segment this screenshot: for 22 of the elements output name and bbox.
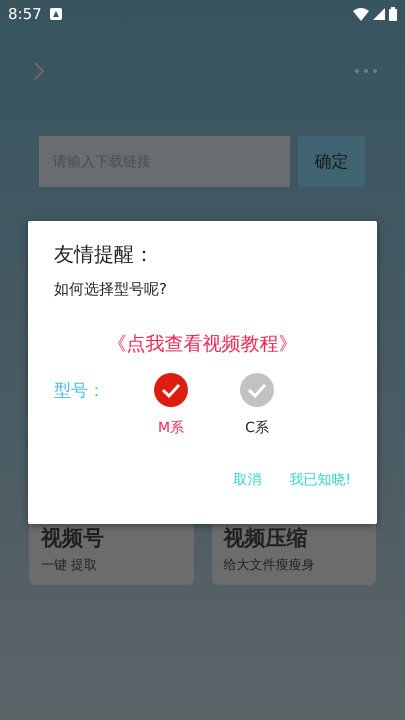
check-circle-icon[interactable]	[154, 373, 188, 407]
cancel-button[interactable]: 取消	[233, 467, 262, 493]
model-option-label[interactable]: M系	[158, 419, 184, 437]
status-time: 8:57	[8, 5, 42, 23]
dialog-title: 友情提醒：	[54, 241, 155, 268]
chevron-right-icon[interactable]	[34, 62, 44, 80]
acknowledge-button[interactable]: 我已知晓!	[289, 467, 351, 493]
wifi-icon	[353, 8, 369, 20]
battery-icon	[389, 7, 397, 21]
signal-icon	[373, 8, 385, 20]
card-title: 视频压缩	[224, 525, 308, 552]
dialog-question: 如何选择型号呢?	[54, 280, 168, 299]
model-option-label[interactable]: C系	[245, 419, 269, 437]
confirm-button[interactable]: 确定	[298, 136, 365, 187]
more-icon[interactable]	[355, 69, 377, 73]
video-tutorial-link[interactable]: 《点我查看视频教程》	[54, 331, 351, 357]
card-subtitle: 给大文件瘦瘦身	[224, 557, 316, 574]
model-label: 型号：	[54, 380, 106, 402]
card-subtitle: 一键 提取	[41, 557, 98, 574]
check-circle-icon[interactable]	[240, 373, 274, 407]
notification-icon	[50, 8, 62, 20]
card-title: 视频号	[41, 525, 105, 552]
